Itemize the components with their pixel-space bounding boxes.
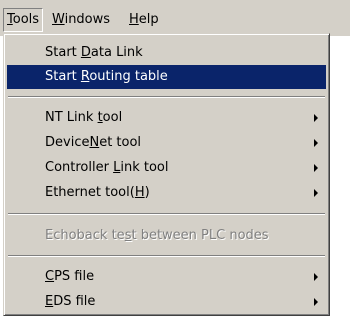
echoback-test-label-pre: Echoback te [45,228,125,243]
eds-file-accel: E [45,294,54,309]
nt-link-tool-label-post: ool [102,110,123,125]
menu-help-label: elp [138,12,159,27]
menu-windows-accel: W [52,12,65,27]
menu-windows[interactable]: Windows [48,9,114,31]
menu-separator [8,213,325,215]
menu-separator [8,255,325,257]
menu-tools-label: ools [12,12,40,27]
submenu-arrow-icon [314,189,318,197]
start-routing-table-label-post: outing table [89,69,168,84]
start-data-link-accel: D [80,45,91,60]
submenu-arrow-icon [314,114,318,122]
start-data-link-label-post: ata Link [90,45,143,60]
menu-help[interactable]: Help [125,9,163,31]
echoback-test-label-post: t between PLC nodes [131,228,269,243]
submenu-arrow-icon [314,139,318,147]
controller-link-tool-label-post: ink tool [120,160,169,175]
nt-link-tool-label-pre: NT Link [45,110,98,125]
ethernet-tool-label-pre: Ethernet tool( [45,185,135,200]
devicenet-tool-accel: N [89,135,100,150]
ethernet-tool-label-post: ) [144,185,150,200]
start-data-link-label-pre: Start [45,45,81,60]
menu-item-start-data-link[interactable]: Start Data Link [7,41,326,65]
tools-dropdown-menu: Start Data Link Start Routing table NT L… [3,33,330,316]
menu-item-start-routing-table[interactable]: Start Routing table [7,65,326,89]
controller-link-tool-label-pre: Controller [45,160,114,175]
menu-separator [8,96,325,98]
menu-windows-label: indows [64,12,111,27]
cps-file-accel: C [45,269,55,284]
submenu-arrow-icon [314,164,318,172]
menu-item-devicenet-tool[interactable]: DeviceNet tool [7,131,326,155]
start-routing-table-label-pre: Start [45,69,81,84]
devicenet-tool-label-post: et tool [99,135,142,150]
submenu-arrow-icon [314,298,318,306]
menu-item-cps-file[interactable]: CPS file [7,265,326,289]
menu-item-ethernet-tool[interactable]: Ethernet tool(H) [7,181,326,205]
menu-help-accel: H [129,12,139,27]
menu-tools[interactable]: Tools [3,8,44,32]
ethernet-tool-accel: H [134,185,145,200]
devicenet-tool-label-pre: Device [45,135,90,150]
submenu-arrow-icon [314,273,318,281]
menu-item-controller-link-tool[interactable]: Controller Link tool [7,156,326,180]
menu-item-eds-file[interactable]: EDS file [7,290,326,314]
menu-item-nt-link-tool[interactable]: NT Link tool [7,106,326,130]
eds-file-label-post: DS file [53,294,96,309]
cps-file-label-post: PS file [54,269,95,284]
menu-item-echoback-test: Echoback test between PLC nodes [7,224,326,248]
menu-bar: Tools Windows Help [0,0,350,36]
